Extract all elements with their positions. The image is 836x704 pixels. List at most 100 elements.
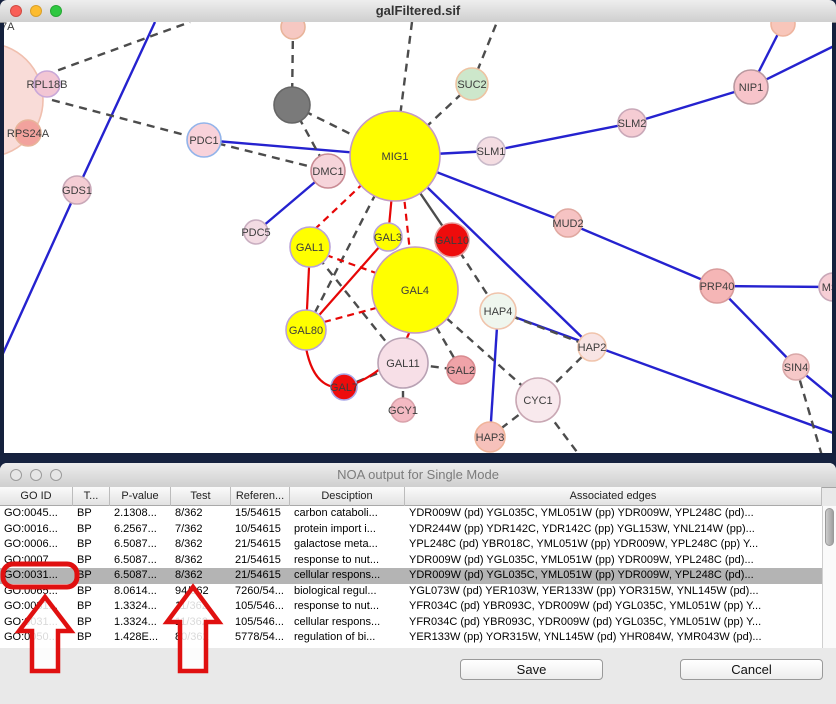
table-row[interactable]: GO:0065...BP8.0614...94/3627260/54...bio… <box>0 584 822 600</box>
column-header-referen-[interactable]: Referen... <box>231 487 290 506</box>
node-unlabeled[interactable] <box>281 22 305 39</box>
table-cell[interactable]: galactose meta... <box>290 537 405 553</box>
table-cell[interactable]: protein import i... <box>290 522 405 538</box>
table-cell[interactable]: 2.1308... <box>110 506 171 522</box>
save-button[interactable]: Save <box>460 659 603 680</box>
table-cell[interactable]: 105/546... <box>231 599 290 615</box>
table-cell[interactable]: GO:0031... <box>0 599 73 615</box>
table-row[interactable]: GO:0007...BP6.5087...8/36221/54615respon… <box>0 553 822 569</box>
table-cell[interactable]: GO:0065... <box>0 584 73 600</box>
table-cell[interactable]: 8/362 <box>171 537 231 553</box>
table-cell[interactable]: GO:0007... <box>0 553 73 569</box>
scrollbar-thumb[interactable] <box>825 508 834 546</box>
column-header-test[interactable]: Test <box>171 487 231 506</box>
table-cell[interactable]: BP <box>73 584 110 600</box>
table-cell[interactable]: BP <box>73 553 110 569</box>
table-cell[interactable]: cellular respons... <box>290 615 405 631</box>
table-row[interactable]: GO:0016...BP6.2567...7/36210/54615protei… <box>0 522 822 538</box>
cancel-button[interactable]: Cancel <box>680 659 823 680</box>
table-cell[interactable]: 6.5087... <box>110 568 171 584</box>
table-row[interactable]: GO:0050...BP1.428E...80/3625778/54...reg… <box>0 630 822 646</box>
table-cell[interactable]: 5778/54... <box>231 630 290 646</box>
table-cell[interactable]: BP <box>73 599 110 615</box>
table-cell[interactable]: 8/362 <box>171 553 231 569</box>
table-cell[interactable]: BP <box>73 506 110 522</box>
table-cell[interactable]: YDR009W (pd) YGL035C, YML051W (pp) YDR00… <box>405 506 822 522</box>
table-cell[interactable]: 1.3324... <box>110 615 171 631</box>
table-cell[interactable]: 11/362 <box>171 615 231 631</box>
table-row[interactable]: GO:0031...BP1.3324...11/362105/546...res… <box>0 599 822 615</box>
table-cell[interactable]: response to nut... <box>290 599 405 615</box>
table-cell[interactable]: GO:0016... <box>0 522 73 538</box>
table-cell[interactable]: BP <box>73 522 110 538</box>
table-cell[interactable]: 10/54615 <box>231 522 290 538</box>
table-cell[interactable]: regulation of bi... <box>290 630 405 646</box>
table-row[interactable]: GO:0031...BP6.5087...8/36221/54615cellul… <box>0 568 822 584</box>
column-header-associated-edges[interactable]: Associated edges <box>405 487 822 506</box>
node-label-MIG1: MIG1 <box>382 151 409 163</box>
table-cell[interactable]: YFR034C (pd) YBR093C, YDR009W (pd) YGL03… <box>405 599 822 615</box>
table-cell[interactable]: BP <box>73 568 110 584</box>
table-cell[interactable]: YDR009W (pd) YGL035C, YML051W (pp) YDR00… <box>405 568 822 584</box>
table-cell[interactable]: 8/362 <box>171 506 231 522</box>
node-label-RPS24A: RPS24A <box>7 128 50 140</box>
table-cell[interactable]: GO:0045... <box>0 506 73 522</box>
column-header-go-id[interactable]: GO ID <box>0 487 73 506</box>
node-label-HAP3: HAP3 <box>476 432 505 444</box>
table-cell[interactable]: YFR034C (pd) YBR093C, YDR009W (pd) YGL03… <box>405 615 822 631</box>
node-unlabeled[interactable] <box>771 22 795 36</box>
table-cell[interactable]: YDR009W (pd) YGL035C, YML051W (pp) YDR00… <box>405 553 822 569</box>
table-cell[interactable]: YGL073W (pd) YER103W, YER133W (pp) YOR31… <box>405 584 822 600</box>
table-cell[interactable]: 21/54615 <box>231 537 290 553</box>
table-row[interactable]: GO:0045...BP2.1308...8/36215/54615carbon… <box>0 506 822 522</box>
table-cell[interactable]: 105/546... <box>231 615 290 631</box>
network-canvas[interactable]: RPL17ARPL18BRPS24AGDS1PDC1MIG1DMC1SUC2SL… <box>4 22 832 453</box>
table-cell[interactable]: 80/362 <box>171 630 231 646</box>
table-cell[interactable]: GO:0031... <box>0 615 73 631</box>
table-cell[interactable]: 1.428E... <box>110 630 171 646</box>
table-cell[interactable]: BP <box>73 537 110 553</box>
table-cell[interactable]: GO:0050... <box>0 630 73 646</box>
vertical-scrollbar[interactable] <box>822 506 836 648</box>
table-cell[interactable]: 11/362 <box>171 599 231 615</box>
table-cell[interactable]: GO:0031... <box>0 568 73 584</box>
table-cell[interactable]: 21/54615 <box>231 568 290 584</box>
table-cell[interactable]: 6.5087... <box>110 553 171 569</box>
table-cell[interactable]: 6.2567... <box>110 522 171 538</box>
node-label-RPL18B: RPL18B <box>27 79 68 91</box>
table-cell[interactable]: 8/362 <box>171 568 231 584</box>
table-cell[interactable]: 1.3324... <box>110 599 171 615</box>
table-cell[interactable]: 8.0614... <box>110 584 171 600</box>
table-row[interactable]: GO:0031...BP1.3324...11/362105/546...cel… <box>0 615 822 631</box>
table-cell[interactable]: biological regul... <box>290 584 405 600</box>
table-cell[interactable]: YER133W (pp) YOR315W, YNL145W (pd) YHR08… <box>405 630 822 646</box>
table-cell[interactable]: 94/362 <box>171 584 231 600</box>
table-cell[interactable]: YPL248C (pd) YBR018C, YML051W (pp) YDR00… <box>405 537 822 553</box>
table-row[interactable]: GO:0006...BP6.5087...8/36221/54615galact… <box>0 537 822 553</box>
node-label-SUC2: SUC2 <box>457 79 486 91</box>
table-cell[interactable]: carbon cataboli... <box>290 506 405 522</box>
node-unlabeled[interactable] <box>274 87 310 123</box>
table-cell[interactable]: 6.5087... <box>110 537 171 553</box>
table-cell[interactable]: cellular respons... <box>290 568 405 584</box>
network-window-titlebar[interactable]: galFiltered.sif <box>0 0 836 23</box>
table-cell[interactable]: BP <box>73 615 110 631</box>
table-cell[interactable]: BP <box>73 630 110 646</box>
node-label-PDC5: PDC5 <box>241 227 270 239</box>
table-cell[interactable]: 7/362 <box>171 522 231 538</box>
table-cell[interactable]: 7260/54... <box>231 584 290 600</box>
column-header-t-[interactable]: T... <box>73 487 110 506</box>
node-label-GAL11: GAL11 <box>386 358 419 370</box>
table-cell[interactable]: 21/54615 <box>231 553 290 569</box>
column-header-p-value[interactable]: P-value <box>110 487 171 506</box>
table-cell[interactable]: YDR244W (pp) YDR142C, YDR142C (pp) YGL15… <box>405 522 822 538</box>
table-cell[interactable]: 15/54615 <box>231 506 290 522</box>
table-body: GO:0045...BP2.1308...8/36215/54615carbon… <box>0 506 822 648</box>
noa-window-titlebar[interactable]: NOA output for Single Mode <box>0 463 836 488</box>
node-label-HAP4: HAP4 <box>484 306 513 318</box>
table-cell[interactable]: response to nut... <box>290 553 405 569</box>
node-label-GAL7: GAL7 <box>330 382 358 394</box>
node-label-SLM2: SLM2 <box>618 118 647 130</box>
column-header-desciption[interactable]: Desciption <box>290 487 405 506</box>
table-cell[interactable]: GO:0006... <box>0 537 73 553</box>
